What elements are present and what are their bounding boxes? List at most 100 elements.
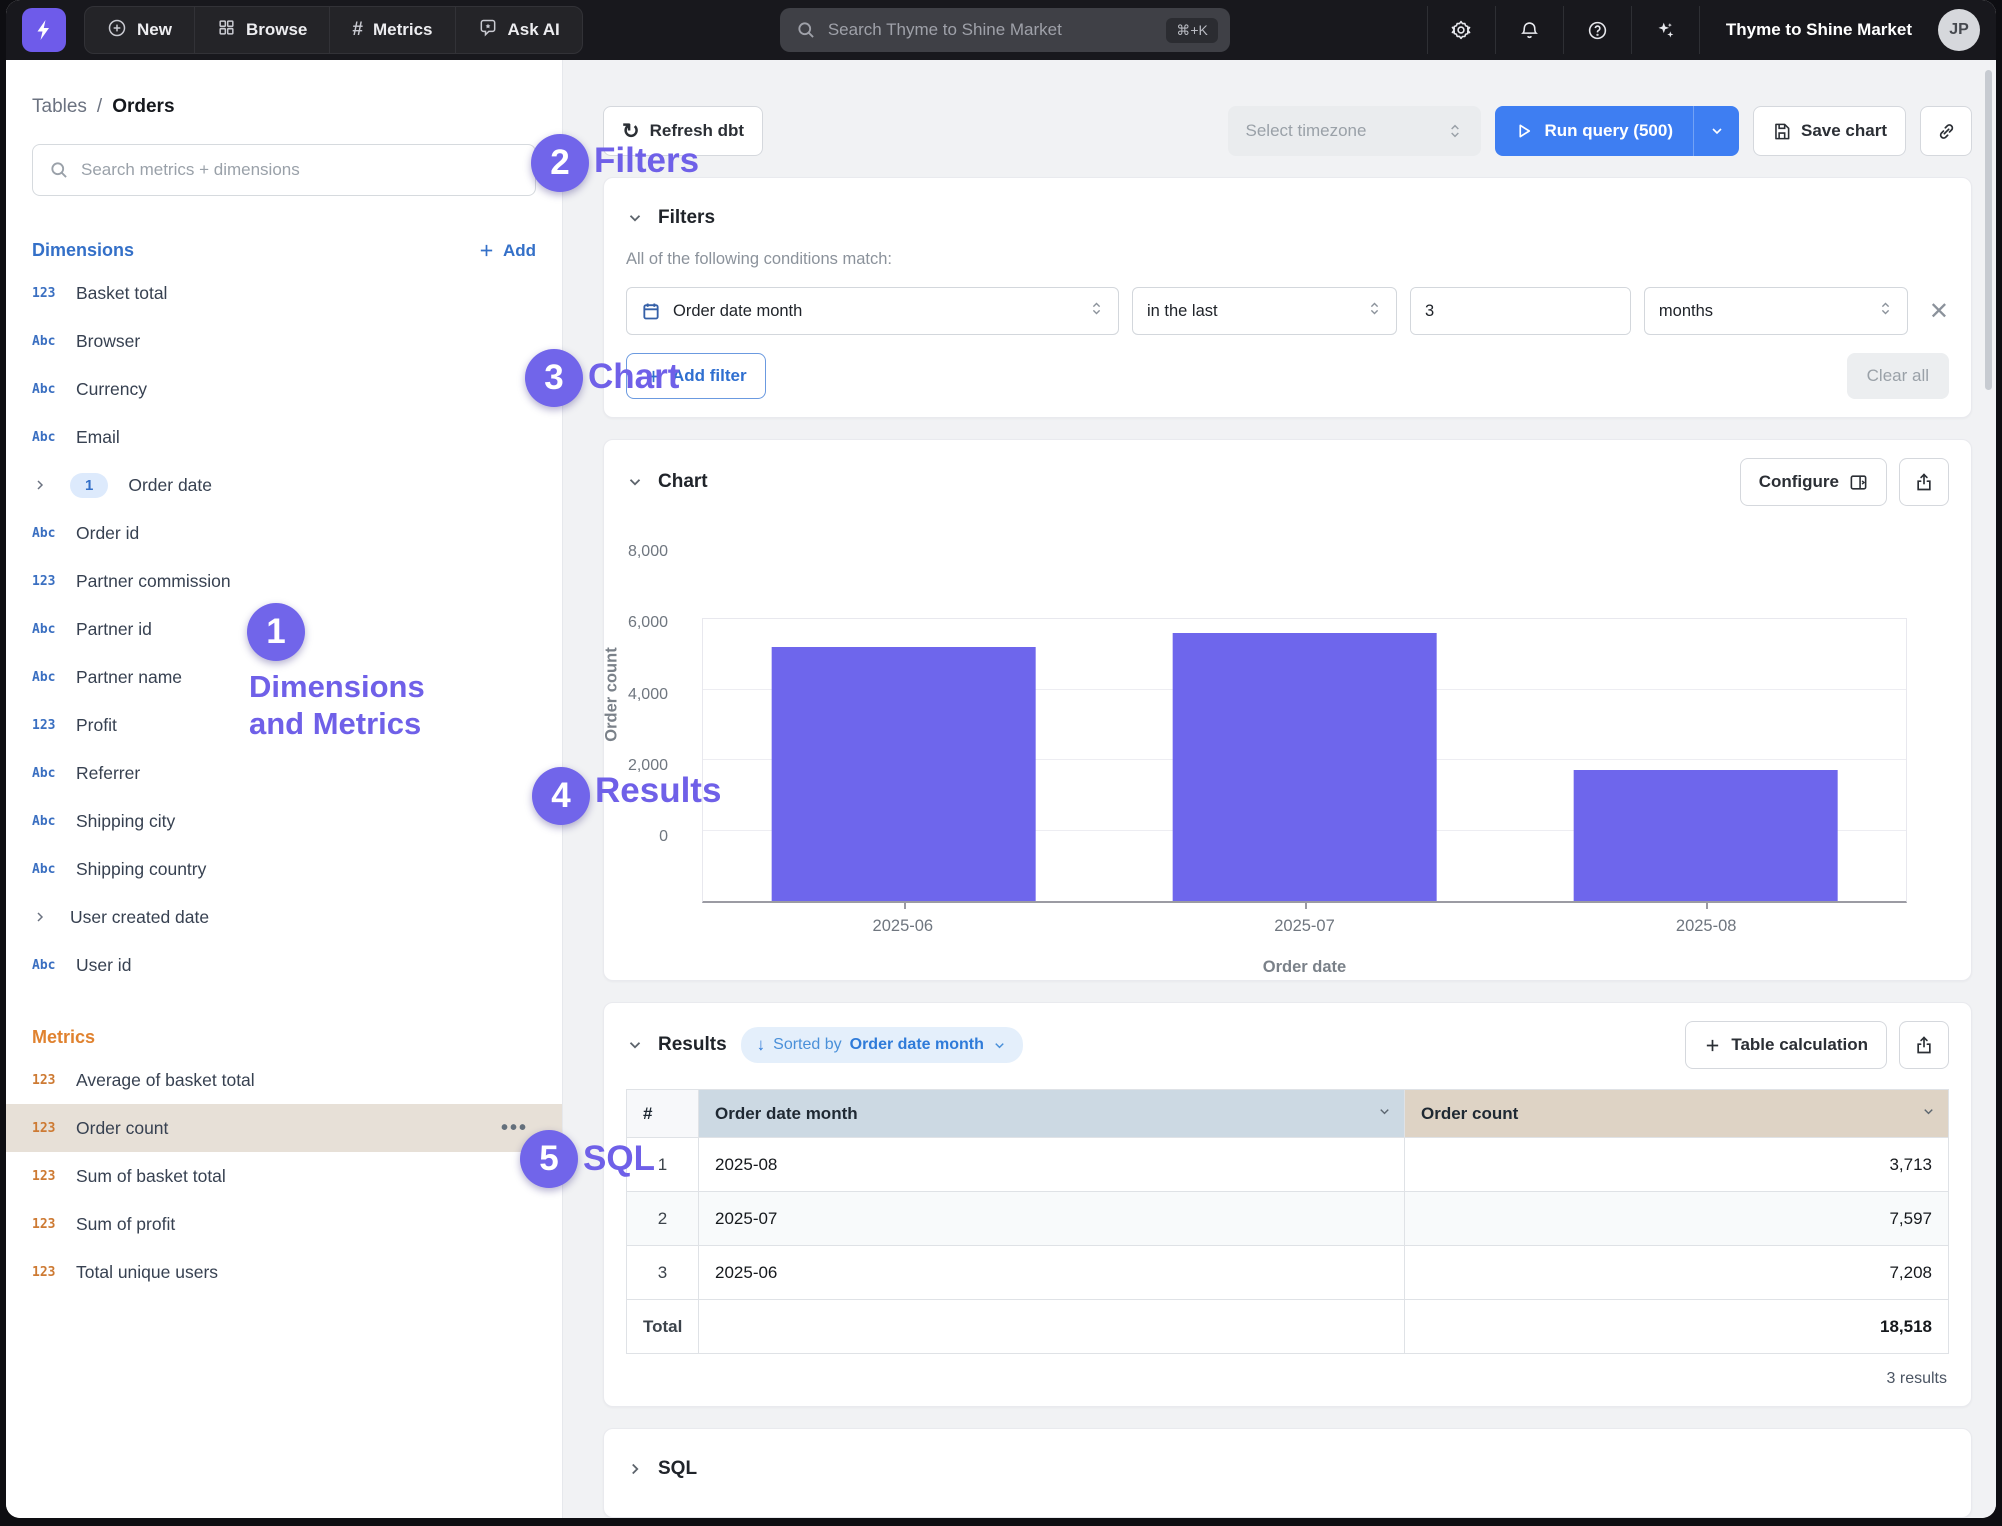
bar-slot xyxy=(703,619,1104,901)
user-avatar[interactable]: JP xyxy=(1938,9,1980,51)
export-chart-button[interactable] xyxy=(1899,458,1949,506)
expand-sql-icon[interactable] xyxy=(626,1460,644,1478)
app-logo[interactable] xyxy=(22,8,66,52)
x-axis-labels: 2025-062025-072025-08 xyxy=(702,917,1907,936)
run-query-button[interactable]: Run query (500) xyxy=(1495,106,1693,156)
collapse-results-icon[interactable] xyxy=(626,1036,644,1054)
sidebar-item-average-of-basket-total[interactable]: 123Average of basket total xyxy=(6,1056,562,1104)
number-type-icon: 123 xyxy=(32,718,72,733)
settings-button[interactable] xyxy=(1428,6,1496,54)
filter-value-input[interactable] xyxy=(1411,288,1631,334)
refresh-dbt-button[interactable]: ↻ Refresh dbt xyxy=(603,106,763,156)
collapse-chart-icon[interactable] xyxy=(626,473,644,491)
sidebar-item-basket-total[interactable]: 123Basket total xyxy=(6,269,562,317)
run-query-dropdown-button[interactable] xyxy=(1693,106,1739,156)
chevron-right-icon[interactable] xyxy=(32,909,66,925)
sidebar-search-input[interactable] xyxy=(81,160,519,180)
search-icon xyxy=(796,20,816,40)
sidebar-item-profit[interactable]: 123Profit xyxy=(6,701,562,749)
chevron-down-icon[interactable] xyxy=(1921,1104,1936,1124)
global-search-wrap: Search Thyme to Shine Market ⌘+K xyxy=(601,8,1409,52)
scrollbar[interactable] xyxy=(1985,70,1992,390)
order-date-month-cell[interactable]: 2025-08 xyxy=(699,1138,1405,1192)
sidebar-item-partner-id[interactable]: AbcPartner id xyxy=(6,605,562,653)
sidebar-item-sum-of-profit[interactable]: 123Sum of profit xyxy=(6,1200,562,1248)
org-name[interactable]: Thyme to Shine Market xyxy=(1700,20,1938,40)
x-tick-mark xyxy=(1706,903,1708,909)
sidebar-item-order-date[interactable]: 1Order date xyxy=(6,461,562,509)
sorted-by-pill[interactable]: ↓ Sorted by Order date month xyxy=(741,1027,1023,1063)
sql-card-header[interactable]: SQL xyxy=(626,1447,1949,1491)
settings-icon xyxy=(1450,19,1472,41)
item-menu-icon[interactable]: ••• xyxy=(501,1117,528,1140)
nav-icon-group xyxy=(1428,6,1700,54)
sort-arrow-down-icon: ↓ xyxy=(757,1035,766,1055)
clear-all-button[interactable]: Clear all xyxy=(1847,353,1949,399)
filter-operator-select[interactable]: in the last xyxy=(1132,287,1397,335)
bar-2025-07[interactable] xyxy=(1172,633,1437,901)
sidebar-item-user-id[interactable]: AbcUser id xyxy=(6,941,562,989)
chevron-down-icon xyxy=(1709,123,1725,139)
filter-actions-row: Add filter Clear all xyxy=(626,353,1949,399)
column-header-order-count[interactable]: Order count xyxy=(1405,1090,1949,1138)
results-card-header[interactable]: Results ↓ Sorted by Order date month Tab… xyxy=(626,1021,1949,1069)
sidebar-item-partner-commission[interactable]: 123Partner commission xyxy=(6,557,562,605)
sidebar-item-total-unique-users[interactable]: 123Total unique users xyxy=(6,1248,562,1296)
sidebar-item-order-id[interactable]: AbcOrder id xyxy=(6,509,562,557)
sidebar-item-sum-of-basket-total[interactable]: 123Sum of basket total xyxy=(6,1152,562,1200)
sidebar-item-shipping-city[interactable]: AbcShipping city xyxy=(6,797,562,845)
nav-new-button[interactable]: New xyxy=(85,7,195,53)
remove-filter-button[interactable]: ✕ xyxy=(1929,297,1949,326)
results-title: Results xyxy=(658,1034,727,1056)
sparkles-button[interactable] xyxy=(1632,6,1700,54)
sidebar-item-browser[interactable]: AbcBrowser xyxy=(6,317,562,365)
share-link-button[interactable] xyxy=(1920,106,1972,156)
sidebar-item-label: Email xyxy=(76,427,120,448)
sidebar-item-email[interactable]: AbcEmail xyxy=(6,413,562,461)
sidebar-item-partner-name[interactable]: AbcPartner name xyxy=(6,653,562,701)
nav-ask-ai-button[interactable]: Ask AI xyxy=(456,7,582,53)
bar-2025-06[interactable] xyxy=(771,647,1036,901)
calendar-icon xyxy=(641,301,661,321)
table-row: 22025-077,597 xyxy=(627,1192,1949,1246)
sidebar-search[interactable] xyxy=(32,144,536,196)
order-count-cell[interactable]: 7,208 xyxy=(1405,1246,1949,1300)
nav-browse-button[interactable]: Browse xyxy=(195,7,330,53)
configure-chart-button[interactable]: Configure xyxy=(1740,458,1887,506)
chevron-down-icon[interactable] xyxy=(1377,1104,1392,1124)
add-filter-button[interactable]: Add filter xyxy=(626,353,766,399)
timezone-select[interactable]: Select timezone xyxy=(1228,106,1481,156)
table-calculation-button[interactable]: Table calculation xyxy=(1685,1021,1887,1069)
nav-metrics-button[interactable]: #Metrics xyxy=(330,7,455,53)
order-count-cell[interactable]: 7,597 xyxy=(1405,1192,1949,1246)
bar-2025-08[interactable] xyxy=(1573,770,1838,901)
breadcrumb: Tables / Orders xyxy=(6,96,562,118)
top-nav: NewBrowse#MetricsAsk AI Search Thyme to … xyxy=(6,0,1996,60)
add-dimension-button[interactable]: Add xyxy=(478,241,536,261)
column-header-index[interactable]: # xyxy=(627,1090,699,1138)
chevron-right-icon[interactable] xyxy=(32,477,66,493)
help-button[interactable] xyxy=(1564,6,1632,54)
save-chart-button[interactable]: Save chart xyxy=(1753,106,1906,156)
order-date-month-cell[interactable]: 2025-07 xyxy=(699,1192,1405,1246)
sidebar-item-user-created-date[interactable]: User created date xyxy=(6,893,562,941)
collapse-filters-icon[interactable] xyxy=(626,209,644,227)
sidebar-item-shipping-country[interactable]: AbcShipping country xyxy=(6,845,562,893)
row-index-cell: 3 xyxy=(627,1246,699,1300)
chart-card-header[interactable]: Chart Configure xyxy=(626,458,1949,506)
global-search-input[interactable]: Search Thyme to Shine Market ⌘+K xyxy=(780,8,1230,52)
sidebar-item-referrer[interactable]: AbcReferrer xyxy=(6,749,562,797)
filter-unit-select[interactable]: months xyxy=(1644,287,1908,335)
export-results-button[interactable] xyxy=(1899,1021,1949,1069)
filters-card-header[interactable]: Filters xyxy=(626,196,1949,240)
bar-slot xyxy=(1104,619,1505,901)
notifications-button[interactable] xyxy=(1496,6,1564,54)
order-date-month-cell[interactable]: 2025-06 xyxy=(699,1246,1405,1300)
filter-field-select[interactable]: Order date month xyxy=(626,287,1119,335)
column-header-order-date-month[interactable]: Order date month xyxy=(699,1090,1405,1138)
breadcrumb-tables-link[interactable]: Tables xyxy=(32,96,87,118)
x-tick-label: 2025-08 xyxy=(1505,917,1907,936)
sidebar-item-currency[interactable]: AbcCurrency xyxy=(6,365,562,413)
sidebar-item-order-count[interactable]: 123Order count••• xyxy=(6,1104,562,1152)
order-count-cell[interactable]: 3,713 xyxy=(1405,1138,1949,1192)
